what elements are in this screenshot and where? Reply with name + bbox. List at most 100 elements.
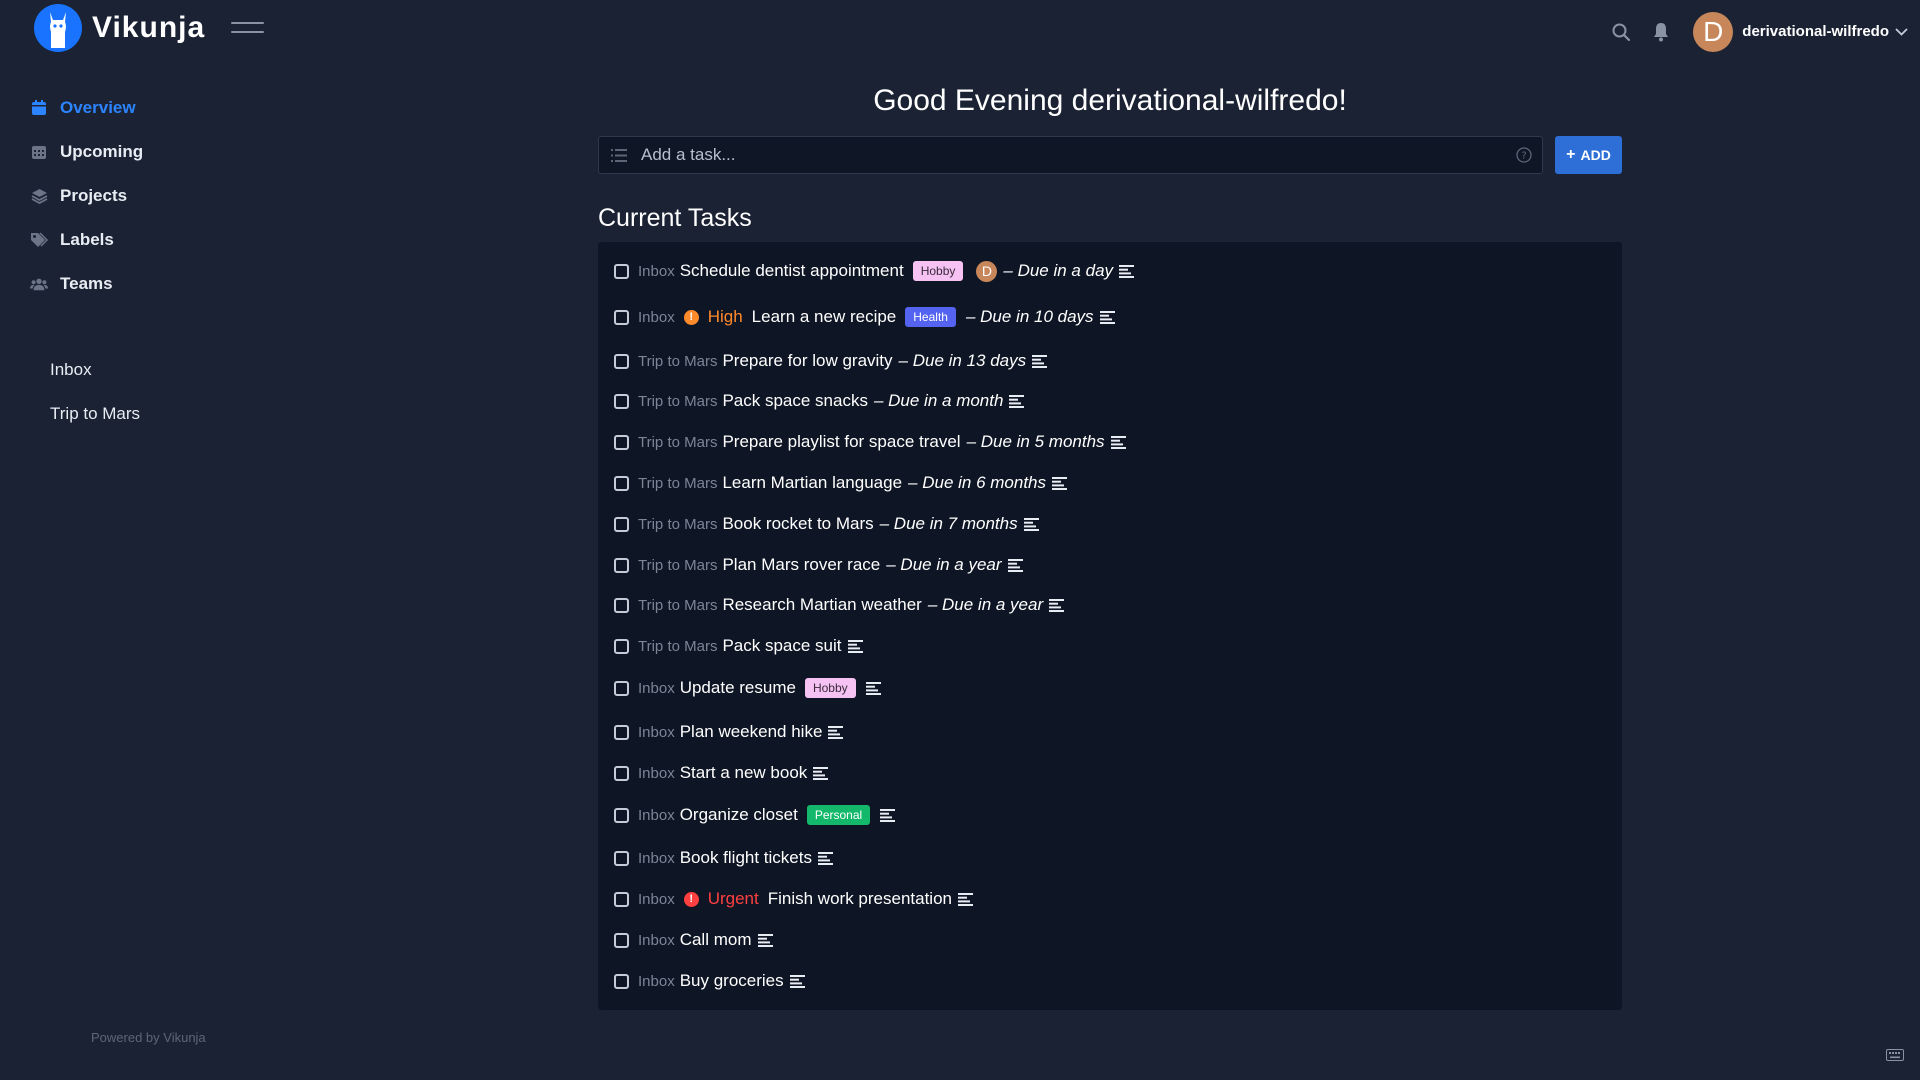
task-row[interactable]: Inbox Plan weekend hike	[614, 717, 1606, 747]
menu-toggle-button[interactable]	[231, 22, 264, 40]
powered-by-link[interactable]: Powered by Vikunja	[91, 1030, 206, 1045]
task-checkbox[interactable]	[614, 516, 629, 532]
task-row[interactable]: Trip to Mars Learn Martian language – Due …	[614, 468, 1606, 498]
task-row[interactable]: Trip to Mars Prepare for low gravity – Due…	[614, 346, 1606, 376]
task-checkbox[interactable]	[614, 973, 629, 989]
notifications-button[interactable]	[1641, 12, 1681, 52]
task-project[interactable]: Inbox	[638, 932, 675, 949]
task-row[interactable]: Trip to Mars Book rocket to Mars – Due in …	[614, 509, 1606, 539]
task-project[interactable]: Trip to Mars	[638, 638, 717, 655]
task-project[interactable]: Inbox	[638, 680, 675, 697]
task-row[interactable]: Inbox! Urgent Finish work presentation	[614, 884, 1606, 914]
task-title[interactable]: Buy groceries	[680, 971, 784, 991]
task-title[interactable]: Start a new book	[680, 763, 808, 783]
task-label: Personal	[806, 805, 871, 825]
keyboard-shortcuts-icon[interactable]	[1886, 1048, 1904, 1066]
task-project[interactable]: Inbox	[638, 765, 675, 782]
sidebar-item-upcoming[interactable]: Upcoming	[30, 130, 143, 174]
task-checkbox[interactable]	[614, 434, 629, 450]
task-row[interactable]: Trip to Mars Prepare playlist for space t…	[614, 427, 1606, 457]
task-checkbox[interactable]	[614, 850, 629, 866]
task-checkbox[interactable]	[614, 680, 629, 696]
task-project[interactable]: Inbox	[638, 724, 675, 741]
task-row[interactable]: Trip to Mars Pack space suit	[614, 631, 1606, 661]
task-checkbox[interactable]	[614, 475, 629, 491]
task-checkbox[interactable]	[614, 557, 629, 573]
task-row[interactable]: Trip to Mars Plan Mars rover race – Due in…	[614, 550, 1606, 580]
task-project[interactable]: Inbox	[638, 973, 675, 990]
task-row[interactable]: Inbox! High Learn a new recipe Health – Due …	[614, 302, 1606, 332]
task-project[interactable]: Trip to Mars	[638, 516, 717, 533]
task-project[interactable]: Inbox	[638, 850, 675, 867]
task-due-date: – Due in 6 months	[908, 473, 1046, 492]
task-title[interactable]: Research Martian weather	[722, 595, 921, 615]
task-checkbox[interactable]	[614, 807, 629, 823]
task-project[interactable]: Inbox	[638, 263, 675, 280]
task-title[interactable]: Prepare playlist for space travel	[722, 432, 960, 452]
task-title[interactable]: Pack space suit	[722, 636, 841, 656]
task-title[interactable]: Schedule dentist appointment	[680, 261, 904, 281]
task-checkbox[interactable]	[614, 393, 629, 409]
task-checkbox[interactable]	[614, 309, 629, 325]
task-checkbox[interactable]	[614, 263, 629, 279]
task-row[interactable]: Inbox Book flight tickets	[614, 843, 1606, 873]
task-row[interactable]: Trip to Mars Research Martian weather – Du…	[614, 590, 1606, 620]
task-project[interactable]: Trip to Mars	[638, 393, 717, 410]
task-row[interactable]: Inbox Schedule dentist appointment Hobby D –…	[614, 256, 1606, 286]
task-row[interactable]: Inbox Start a new book	[614, 758, 1606, 788]
vikunja-logo[interactable]: Vikunja	[34, 4, 205, 52]
sidebar-project-trip-to-mars[interactable]: Trip to Mars	[50, 392, 140, 436]
task-row[interactable]: Inbox Organize closet Personal	[614, 800, 1606, 830]
task-project[interactable]: Inbox	[638, 891, 675, 908]
task-checkbox[interactable]	[614, 724, 629, 740]
task-title[interactable]: Learn a new recipe	[752, 307, 897, 327]
task-project[interactable]: Trip to Mars	[638, 475, 717, 492]
task-due-date: – Due in 5 months	[966, 432, 1105, 451]
chevron-down-icon[interactable]	[1895, 27, 1908, 36]
search-icon	[1612, 23, 1631, 41]
sidebar-item-label: Upcoming	[60, 142, 144, 161]
task-title[interactable]: Organize closet	[680, 805, 798, 825]
sidebar-item-labels[interactable]: Labels	[30, 218, 143, 262]
add-task-button[interactable]: + ADD	[1555, 136, 1622, 174]
task-label: Health	[905, 307, 956, 327]
task-project[interactable]: Trip to Mars	[638, 353, 717, 370]
task-project[interactable]: Inbox	[638, 807, 675, 824]
task-title[interactable]: Book flight tickets	[680, 848, 812, 868]
task-title[interactable]: Pack space snacks	[722, 391, 868, 411]
task-project[interactable]: Trip to Mars	[638, 434, 717, 451]
task-title[interactable]: Call mom	[680, 930, 752, 950]
task-row[interactable]: Inbox Call mom	[614, 925, 1606, 955]
task-title[interactable]: Plan Mars rover race	[722, 555, 880, 575]
task-checkbox[interactable]	[614, 932, 629, 948]
sidebar-item-overview[interactable]: Overview	[30, 86, 143, 130]
add-task-input[interactable]	[639, 144, 1493, 166]
task-checkbox[interactable]	[614, 638, 629, 654]
task-checkbox[interactable]	[614, 597, 629, 613]
help-icon[interactable]: ?	[1516, 147, 1532, 168]
task-title[interactable]: Finish work presentation	[768, 889, 952, 909]
task-row[interactable]: Trip to Mars Pack space snacks – Due in a …	[614, 386, 1606, 416]
username[interactable]: derivational-wilfredo	[1742, 23, 1889, 40]
sidebar-item-projects[interactable]: Projects	[30, 174, 143, 218]
avatar[interactable]: D	[1693, 11, 1734, 52]
search-button[interactable]	[1601, 12, 1641, 52]
task-title[interactable]: Learn Martian language	[722, 473, 902, 493]
task-row[interactable]: Inbox Update resume Hobby	[614, 673, 1606, 703]
description-icon	[880, 808, 896, 822]
task-title[interactable]: Plan weekend hike	[680, 722, 823, 742]
task-project[interactable]: Trip to Mars	[638, 597, 717, 614]
task-title[interactable]: Update resume	[680, 678, 796, 698]
task-row[interactable]: Inbox Buy groceries	[614, 966, 1606, 996]
task-title[interactable]: Book rocket to Mars	[722, 514, 873, 534]
task-project[interactable]: Inbox	[638, 309, 675, 326]
task-due-date: – Due in a month	[873, 391, 1004, 410]
sidebar-project-inbox[interactable]: Inbox	[50, 348, 140, 392]
task-title[interactable]: Prepare for low gravity	[722, 351, 892, 371]
description-icon	[1023, 517, 1039, 531]
task-project[interactable]: Trip to Mars	[638, 557, 717, 574]
task-checkbox[interactable]	[614, 765, 629, 781]
task-checkbox[interactable]	[614, 891, 629, 907]
sidebar-item-teams[interactable]: Teams	[30, 262, 143, 306]
task-checkbox[interactable]	[614, 353, 629, 369]
